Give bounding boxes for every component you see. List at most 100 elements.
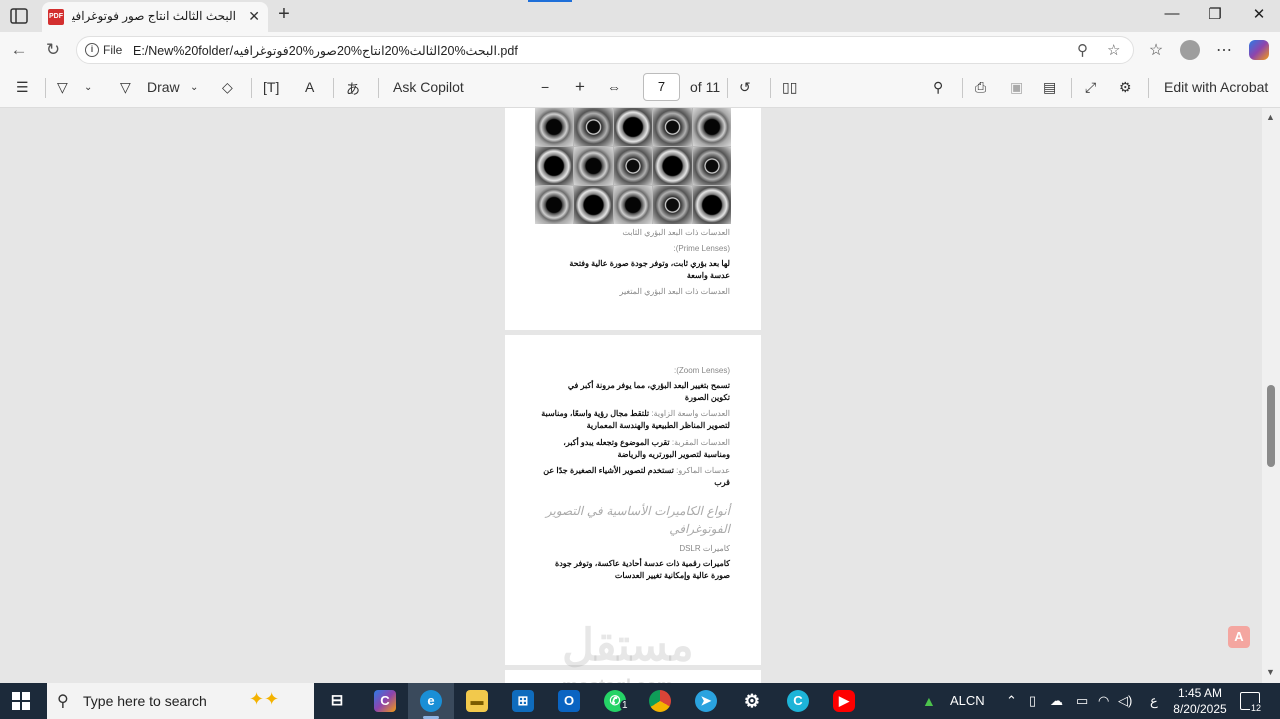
save-icon[interactable]: ▣: [1010, 79, 1023, 96]
divider: [333, 78, 334, 98]
divider: [251, 78, 252, 98]
pdf-text: كاميرات DSLR: [679, 544, 730, 553]
active-tab[interactable]: PDF البحث الثالث انتاج صور فوتوغرافيه.pd…: [42, 2, 268, 32]
scroll-down-icon[interactable]: ▼: [1266, 667, 1275, 677]
translate-icon[interactable]: あ: [346, 79, 360, 99]
divider: [727, 78, 728, 98]
back-icon[interactable]: ←: [8, 40, 30, 60]
fit-page-icon[interactable]: ⇔: [607, 79, 621, 95]
copilot-icon[interactable]: [1249, 40, 1269, 60]
device-icon[interactable]: ▯: [1029, 693, 1036, 709]
taskbar-search[interactable]: ⚲ Type here to search ✦✦: [47, 683, 314, 719]
eraser-icon[interactable]: ◇: [222, 79, 233, 96]
sparkle-icon: ✦✦: [249, 689, 280, 709]
cloud-icon[interactable]: ☁: [1050, 693, 1063, 709]
lenses-image: [535, 108, 731, 224]
pdf-page: (Zoom Lenses): تسمح بتغيير البعد البؤري،…: [505, 335, 761, 665]
zoom-in-icon[interactable]: +: [575, 77, 585, 97]
settings-icon[interactable]: ⚙: [1119, 79, 1132, 96]
stocks-icon[interactable]: ▲: [922, 693, 936, 709]
close-icon[interactable]: ✕: [248, 8, 260, 25]
settings-icon[interactable]: ⚙: [741, 690, 763, 712]
chevron-down-icon[interactable]: ⌄: [190, 82, 198, 93]
pdf-viewer[interactable]: العدسات ذات البعد البؤري الثابت (Prime L…: [0, 108, 1262, 683]
task-view-icon[interactable]: ⊟: [326, 690, 348, 712]
windows-start-icon[interactable]: [12, 692, 30, 710]
close-window-icon[interactable]: ✕: [1244, 5, 1274, 23]
page-number-input[interactable]: 7: [643, 73, 680, 101]
keyboard-layout[interactable]: ALCN: [950, 693, 985, 708]
date: 8/20/2025: [1173, 702, 1227, 716]
page-view-icon[interactable]: ▯▯: [782, 79, 797, 96]
chevron-down-icon[interactable]: ⌄: [84, 82, 92, 93]
pdf-text: العدسات واسعة الزاوية: تلتقط مجال رؤية و…: [540, 408, 730, 432]
ime-indicator[interactable]: ع: [1150, 693, 1158, 709]
divider: [962, 78, 963, 98]
pdf-text: العدسات ذات البعد البؤري المتغير: [619, 287, 730, 296]
outlook-icon[interactable]: O: [558, 690, 580, 712]
scroll-thumb[interactable]: [1267, 385, 1275, 467]
chrome-icon[interactable]: [649, 690, 671, 712]
volume-icon[interactable]: ◁): [1118, 693, 1132, 709]
draw-button[interactable]: Draw: [147, 79, 180, 95]
highlight-icon[interactable]: ▽: [57, 79, 68, 96]
profile-icon[interactable]: [1180, 40, 1200, 60]
star-icon[interactable]: ☆: [1107, 41, 1120, 59]
notification-count: 12: [1250, 703, 1263, 713]
scroll-up-icon[interactable]: ▲: [1266, 112, 1275, 122]
search-icon: ⚲: [57, 693, 69, 710]
fullscreen-icon[interactable]: ⤢: [1085, 79, 1096, 96]
acrobat-icon[interactable]: A: [1228, 626, 1250, 648]
drag-indicator: [528, 0, 572, 2]
store-icon[interactable]: ⊞: [512, 690, 534, 712]
page-total: of 11: [690, 79, 721, 95]
address-bar[interactable]: i File E:/New%20folder/البحث%20الثالث%20…: [76, 36, 1134, 64]
pdf-text: لها بعد بؤري ثابت، وتوفر جودة صورة عالية…: [569, 259, 730, 280]
rotate-icon[interactable]: ↺: [739, 79, 751, 96]
plus-icon[interactable]: +: [272, 3, 296, 26]
divider: [1148, 78, 1149, 98]
chevron-up-icon[interactable]: ⌃: [1006, 693, 1017, 709]
divider: [770, 78, 771, 98]
refresh-icon[interactable]: ↻: [42, 40, 64, 60]
more-icon[interactable]: ⋯: [1213, 40, 1235, 60]
pdf-text-label: العدسات واسعة الزاوية:: [651, 409, 730, 418]
tab-strip: PDF البحث الثالث انتاج صور فوتوغرافيه.pd…: [0, 0, 1280, 32]
tab-actions-icon[interactable]: [8, 6, 30, 26]
save-as-icon[interactable]: ▤: [1043, 79, 1056, 96]
zoom-icon[interactable]: ⚲: [1077, 41, 1088, 59]
time: 1:45 AM: [1177, 686, 1223, 700]
zoom-out-icon[interactable]: −: [541, 79, 549, 95]
address-url[interactable]: E:/New%20folder/البحث%20الثالث%20انتاج%2…: [133, 43, 518, 58]
vertical-scrollbar[interactable]: ▲ ▼: [1262, 108, 1280, 683]
textbox-icon[interactable]: [T]: [263, 79, 279, 95]
network-icon[interactable]: ▭: [1076, 693, 1088, 709]
youtube-icon[interactable]: ▶: [833, 690, 855, 712]
print-icon[interactable]: ⎙: [975, 79, 986, 96]
canva-icon[interactable]: C: [787, 690, 809, 712]
minimize-icon[interactable]: —: [1157, 5, 1187, 22]
info-icon[interactable]: i: [85, 43, 99, 57]
file-explorer-icon[interactable]: ▬: [466, 690, 488, 712]
restore-icon[interactable]: ❐: [1200, 5, 1230, 23]
pdf-heading: أنواع الكاميرات الأساسية في التصوير الفو…: [545, 504, 730, 536]
pdf-text: عدسات الماكرو: تستخدم لتصوير الأشياء الص…: [540, 465, 730, 489]
clock[interactable]: 1:45 AM 8/20/2025: [1170, 685, 1230, 717]
copilot-icon[interactable]: C: [374, 690, 396, 712]
read-aloud-icon[interactable]: A: [305, 79, 314, 95]
edit-with-acrobat-button[interactable]: Edit with Acrobat: [1164, 79, 1268, 95]
search-icon[interactable]: ⚲: [933, 79, 943, 96]
wifi-icon[interactable]: ◠: [1098, 693, 1109, 709]
pdf-text: (Zoom Lenses):: [673, 366, 730, 375]
edge-icon[interactable]: e: [420, 690, 442, 712]
ask-copilot-button[interactable]: Ask Copilot: [393, 79, 464, 95]
pdf-text: تسمح بتغيير البعد البؤري، مما يوفر مرونة…: [567, 381, 730, 402]
pdf-page: العدسات ذات البعد البؤري الثابت (Prime L…: [505, 108, 761, 330]
draw-icon[interactable]: ▽: [120, 79, 131, 96]
pdf-text: العدسات ذات البعد البؤري الثابت: [622, 228, 730, 237]
contents-icon[interactable]: ☰: [16, 79, 29, 96]
favorites-icon[interactable]: ☆: [1145, 40, 1167, 60]
telegram-icon[interactable]: ➤: [695, 690, 717, 712]
pdf-toolbar: ☰ ▽ ⌄ ▽ Draw ⌄ ◇ [T] A あ Ask Copilot − +…: [0, 68, 1280, 108]
search-placeholder: Type here to search: [83, 693, 207, 709]
